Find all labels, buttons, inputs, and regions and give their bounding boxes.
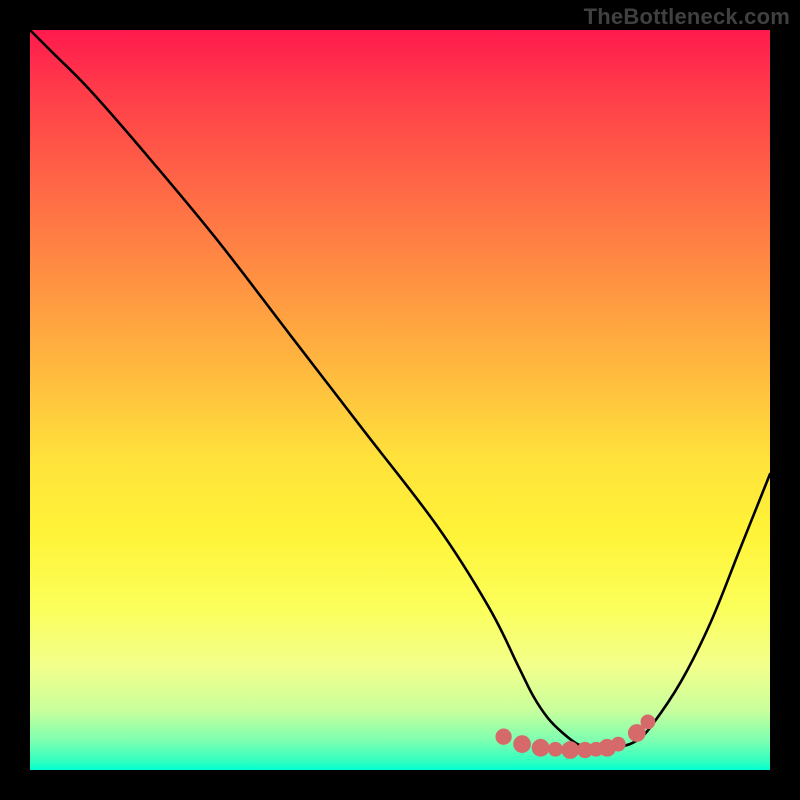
chart-frame: TheBottleneck.com xyxy=(0,0,800,800)
bottleneck-curve xyxy=(30,30,770,748)
optimal-range-dot xyxy=(611,737,626,752)
optimal-range-dot xyxy=(532,739,550,757)
optimal-range-marker-group xyxy=(495,715,655,759)
optimal-range-dot xyxy=(641,715,656,730)
optimal-range-dot xyxy=(495,729,511,745)
optimal-range-dot xyxy=(561,741,579,759)
optimal-range-dot xyxy=(548,742,563,757)
curve-layer xyxy=(30,30,770,770)
plot-area xyxy=(30,30,770,770)
optimal-range-dot xyxy=(513,735,531,753)
watermark-text: TheBottleneck.com xyxy=(584,4,790,30)
